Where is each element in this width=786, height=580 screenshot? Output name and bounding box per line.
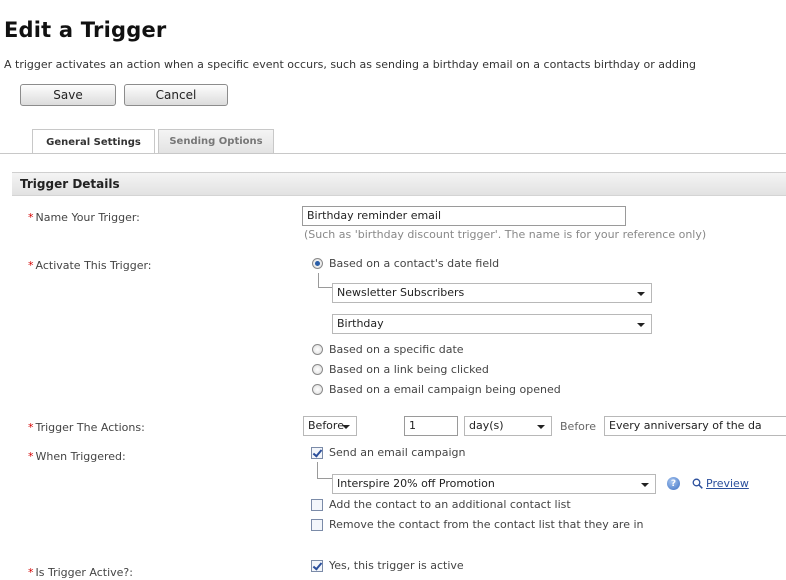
radio-date-field[interactable]: Based on a contact's date field	[312, 257, 499, 270]
tree-connector	[318, 273, 333, 288]
radio-button[interactable]	[312, 344, 323, 355]
tree-connector	[317, 462, 332, 479]
required-marker: *	[28, 450, 34, 463]
magnifier-icon	[692, 478, 703, 489]
date-field-select[interactable]: Birthday	[332, 314, 652, 334]
campaign-select[interactable]: Interspire 20% off Promotion	[332, 474, 656, 494]
preview-link[interactable]: Preview	[692, 477, 749, 490]
trigger-name-input[interactable]: Birthday reminder email	[302, 206, 626, 226]
cancel-button[interactable]: Cancel	[124, 84, 228, 106]
checkbox[interactable]	[311, 518, 323, 531]
required-marker: *	[28, 211, 34, 224]
checkbox[interactable]	[311, 559, 323, 572]
page-intro: A trigger activates an action when a spe…	[4, 58, 696, 71]
name-label: * Name Your Trigger:	[28, 211, 140, 224]
timing-select[interactable]: Before	[303, 416, 357, 436]
add-contact-checkbox[interactable]: Add the contact to an additional contact…	[311, 498, 571, 511]
chevron-down-icon	[537, 425, 545, 429]
radio-specific-date[interactable]: Based on a specific date	[312, 343, 464, 356]
send-campaign-checkbox[interactable]: Send an email campaign	[311, 446, 465, 459]
chevron-down-icon	[641, 483, 649, 487]
section-header: Trigger Details	[12, 172, 786, 196]
chevron-down-icon	[342, 425, 350, 429]
anniversary-select[interactable]: Every anniversary of the da	[604, 416, 786, 436]
radio-button[interactable]	[312, 258, 323, 269]
chevron-down-icon	[637, 323, 645, 327]
contact-list-select[interactable]: Newsletter Subscribers	[332, 283, 652, 303]
tab-general-settings[interactable]: General Settings	[32, 129, 155, 154]
radio-button[interactable]	[312, 364, 323, 375]
unit-select[interactable]: day(s)	[464, 416, 552, 436]
tab-sending-options[interactable]: Sending Options	[158, 129, 274, 153]
radio-button[interactable]	[312, 384, 323, 395]
tab-divider	[0, 153, 786, 154]
actions-label: * Trigger The Actions:	[28, 421, 145, 434]
required-marker: *	[28, 259, 34, 272]
page-title: Edit a Trigger	[4, 18, 167, 42]
activate-label: * Activate This Trigger:	[28, 259, 152, 272]
name-hint: (Such as 'birthday discount trigger'. Th…	[304, 228, 707, 241]
checkbox[interactable]	[311, 446, 323, 459]
active-label: * Is Trigger Active?:	[28, 566, 133, 579]
save-button[interactable]: Save	[20, 84, 116, 106]
remove-contact-checkbox[interactable]: Remove the contact from the contact list…	[311, 518, 644, 531]
required-marker: *	[28, 421, 34, 434]
radio-campaign-opened[interactable]: Based on a email campaign being opened	[312, 383, 561, 396]
info-circle-icon[interactable]: ?	[667, 477, 680, 490]
amount-input[interactable]: 1	[404, 416, 458, 436]
trigger-active-checkbox[interactable]: Yes, this trigger is active	[311, 559, 464, 572]
checkbox[interactable]	[311, 498, 323, 511]
required-marker: *	[28, 566, 34, 579]
when-label: * When Triggered:	[28, 450, 126, 463]
radio-link-clicked[interactable]: Based on a link being clicked	[312, 363, 489, 376]
before-text: Before	[560, 420, 596, 433]
chevron-down-icon	[637, 292, 645, 296]
